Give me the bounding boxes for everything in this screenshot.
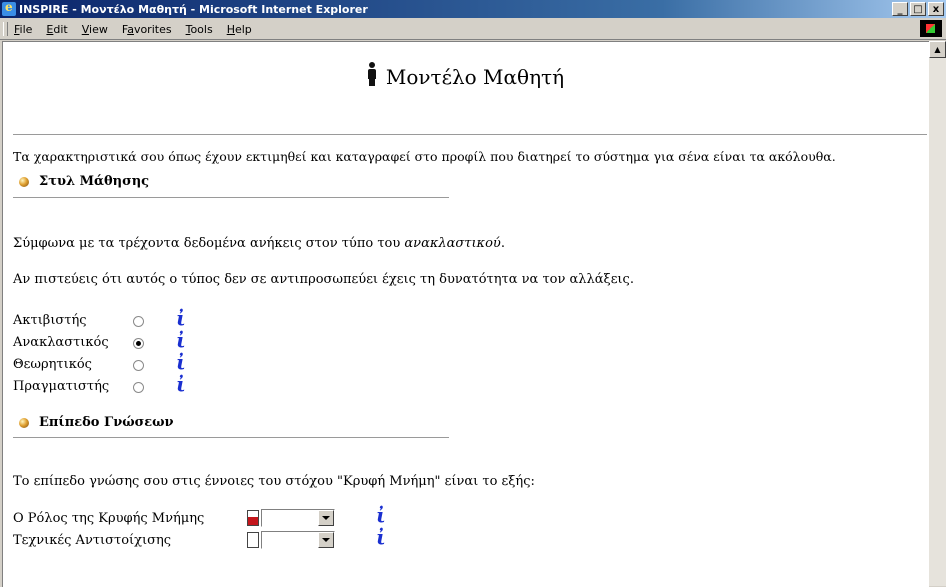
knowledge-level-divider <box>13 437 449 438</box>
section-bullet-icon <box>19 418 29 428</box>
window-title-bar: INSPIRE - Μοντέλο Μαθητή - Microsoft Int… <box>0 0 946 18</box>
title-divider <box>13 134 927 135</box>
info-icon[interactable]: ἰ <box>376 503 386 527</box>
ie-icon <box>2 0 16 16</box>
style-option-label: Ανακλαστικός <box>13 335 109 350</box>
intro-text: Τα χαρακτηριστικά σου όπως έχουν εκτιμηθ… <box>13 149 836 164</box>
knowledge-level-select[interactable] <box>261 509 335 527</box>
menu-help[interactable]: Help <box>227 23 252 36</box>
page-title: Μοντέλο Μαθητή <box>3 62 929 89</box>
vertical-scrollbar[interactable]: ▲ <box>929 41 946 586</box>
info-icon[interactable]: ἰ <box>176 328 186 352</box>
minimize-button[interactable]: _ <box>892 2 908 16</box>
student-icon <box>367 62 376 86</box>
info-icon[interactable]: ἰ <box>176 350 186 374</box>
knowledge-level-indicator <box>247 510 259 526</box>
close-button[interactable]: x <box>928 2 944 16</box>
style-option-label: Πραγματιστής <box>13 379 110 394</box>
windows-logo-icon <box>920 20 942 37</box>
menu-favorites[interactable]: Favorites <box>122 23 172 36</box>
window-title: INSPIRE - Μοντέλο Μαθητή - Microsoft Int… <box>19 2 368 16</box>
menu-tools[interactable]: Tools <box>186 23 213 36</box>
style-radio-reflector[interactable] <box>133 338 144 349</box>
menu-file[interactable]: File <box>14 23 32 36</box>
menu-edit[interactable]: Edit <box>46 23 67 36</box>
knowledge-level-select[interactable] <box>261 531 335 549</box>
info-icon[interactable]: ἰ <box>176 306 186 330</box>
section-bullet-icon <box>19 177 29 187</box>
menu-bar: File Edit View Favorites Tools Help <box>0 19 946 40</box>
change-style-text: Αν πιστεύεις ότι αυτός ο τύπος δεν σε αν… <box>13 272 634 287</box>
concept-label: Ο Ρόλος της Κρυφής Μνήμης <box>13 511 205 526</box>
page-content: Μοντέλο Μαθητή Τα χαρακτηριστικά σου όπω… <box>2 41 929 587</box>
current-style-type: ανακλαστικού <box>404 236 501 251</box>
style-radio-pragmatist[interactable] <box>133 382 144 393</box>
style-option-label: Ακτιβιστής <box>13 313 87 328</box>
menu-view[interactable]: View <box>82 23 108 36</box>
current-style-text: Σύμφωνα με τα τρέχοντα δεδομένα ανήκεις … <box>13 236 505 251</box>
knowledge-level-heading: Επίπεδο Γνώσεων <box>39 415 174 430</box>
learning-style-divider <box>13 197 449 198</box>
knowledge-level-text: Το επίπεδο γνώσης σου στις έννοιες του σ… <box>13 474 535 489</box>
knowledge-level-indicator <box>247 532 259 548</box>
style-radio-theorist[interactable] <box>133 360 144 371</box>
style-radio-activist[interactable] <box>133 316 144 327</box>
dropdown-arrow-icon[interactable] <box>318 532 334 548</box>
concept-label: Τεχνικές Αντιστοίχισης <box>13 533 172 548</box>
page-title-text: Μοντέλο Μαθητή <box>385 65 565 89</box>
info-icon[interactable]: ἰ <box>376 525 386 549</box>
toolbar-grip[interactable] <box>3 22 8 36</box>
scroll-up-arrow-icon[interactable]: ▲ <box>929 41 946 58</box>
style-option-label: Θεωρητικός <box>13 357 92 372</box>
info-icon[interactable]: ἰ <box>176 372 186 396</box>
maximize-button[interactable]: □ <box>910 2 926 16</box>
dropdown-arrow-icon[interactable] <box>318 510 334 526</box>
learning-style-heading: Στυλ Μάθησης <box>39 174 150 189</box>
